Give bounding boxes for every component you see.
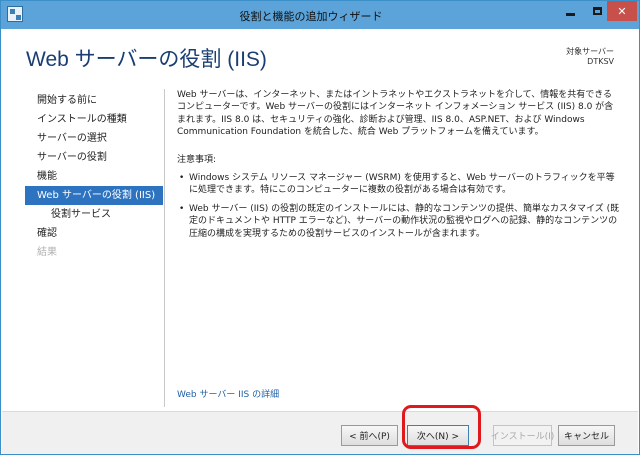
- nav-item-before-you-begin[interactable]: 開始する前に: [25, 91, 163, 110]
- highlight-annotation: [402, 405, 481, 449]
- cancel-button[interactable]: キャンセル: [558, 425, 615, 446]
- page-title: Web サーバーの役割 (IIS): [26, 48, 267, 71]
- notes-heading: 注意事項:: [177, 154, 217, 165]
- wizard-nav: 開始する前に インストールの種類 サーバーの選択 サーバーの役割 機能 Web …: [25, 91, 163, 262]
- title-bar[interactable]: 役割と機能の追加ウィザード ✕: [1, 1, 639, 29]
- wizard-footer: < 前へ(P) 次へ(N) > インストール(I) キャンセル: [2, 411, 638, 454]
- content-panel: Web サーバーは、インターネット、またはイントラネットやエクストラネットを介し…: [177, 89, 621, 246]
- nav-item-installation-type[interactable]: インストールの種類: [25, 110, 163, 129]
- nav-divider: [164, 89, 165, 407]
- note-default-install: Web サーバー (IIS) の役割の既定のインストールには、静的なコンテンツの…: [177, 203, 621, 240]
- maximize-icon: [593, 7, 602, 15]
- more-info-link[interactable]: Web サーバー IIS の詳細: [177, 387, 279, 400]
- minimize-button[interactable]: [557, 1, 584, 21]
- target-server-name: DTKSV: [587, 57, 614, 66]
- wizard-window: 役割と機能の追加ウィザード ✕ Web サーバーの役割 (IIS) 対象サーバー…: [0, 0, 640, 455]
- notes-list: Windows システム リソース マネージャー (WSRM) を使用すると、W…: [177, 172, 621, 240]
- intro-paragraph: Web サーバーは、インターネット、またはイントラネットやエクストラネットを介し…: [177, 90, 614, 138]
- nav-item-features[interactable]: 機能: [25, 167, 163, 186]
- nav-item-server-selection[interactable]: サーバーの選択: [25, 129, 163, 148]
- nav-item-server-roles[interactable]: サーバーの役割: [25, 148, 163, 167]
- previous-button[interactable]: < 前へ(P): [341, 425, 398, 446]
- note-wsrm: Windows システム リソース マネージャー (WSRM) を使用すると、W…: [177, 172, 621, 197]
- nav-item-role-services[interactable]: 役割サービス: [25, 205, 163, 224]
- close-button[interactable]: ✕: [607, 1, 637, 21]
- target-server-label: 対象サーバー: [566, 47, 614, 56]
- nav-item-confirmation[interactable]: 確認: [25, 224, 163, 243]
- close-icon: ✕: [617, 4, 627, 18]
- nav-item-web-server-role[interactable]: Web サーバーの役割 (IIS): [25, 186, 163, 205]
- window-title: 役割と機能の追加ウィザード: [239, 10, 383, 23]
- install-button: インストール(I): [491, 425, 554, 446]
- nav-item-results: 結果: [37, 247, 57, 258]
- minimize-icon: [566, 12, 575, 16]
- wizard-header: Web サーバーの役割 (IIS) 対象サーバー DTKSV: [2, 29, 638, 86]
